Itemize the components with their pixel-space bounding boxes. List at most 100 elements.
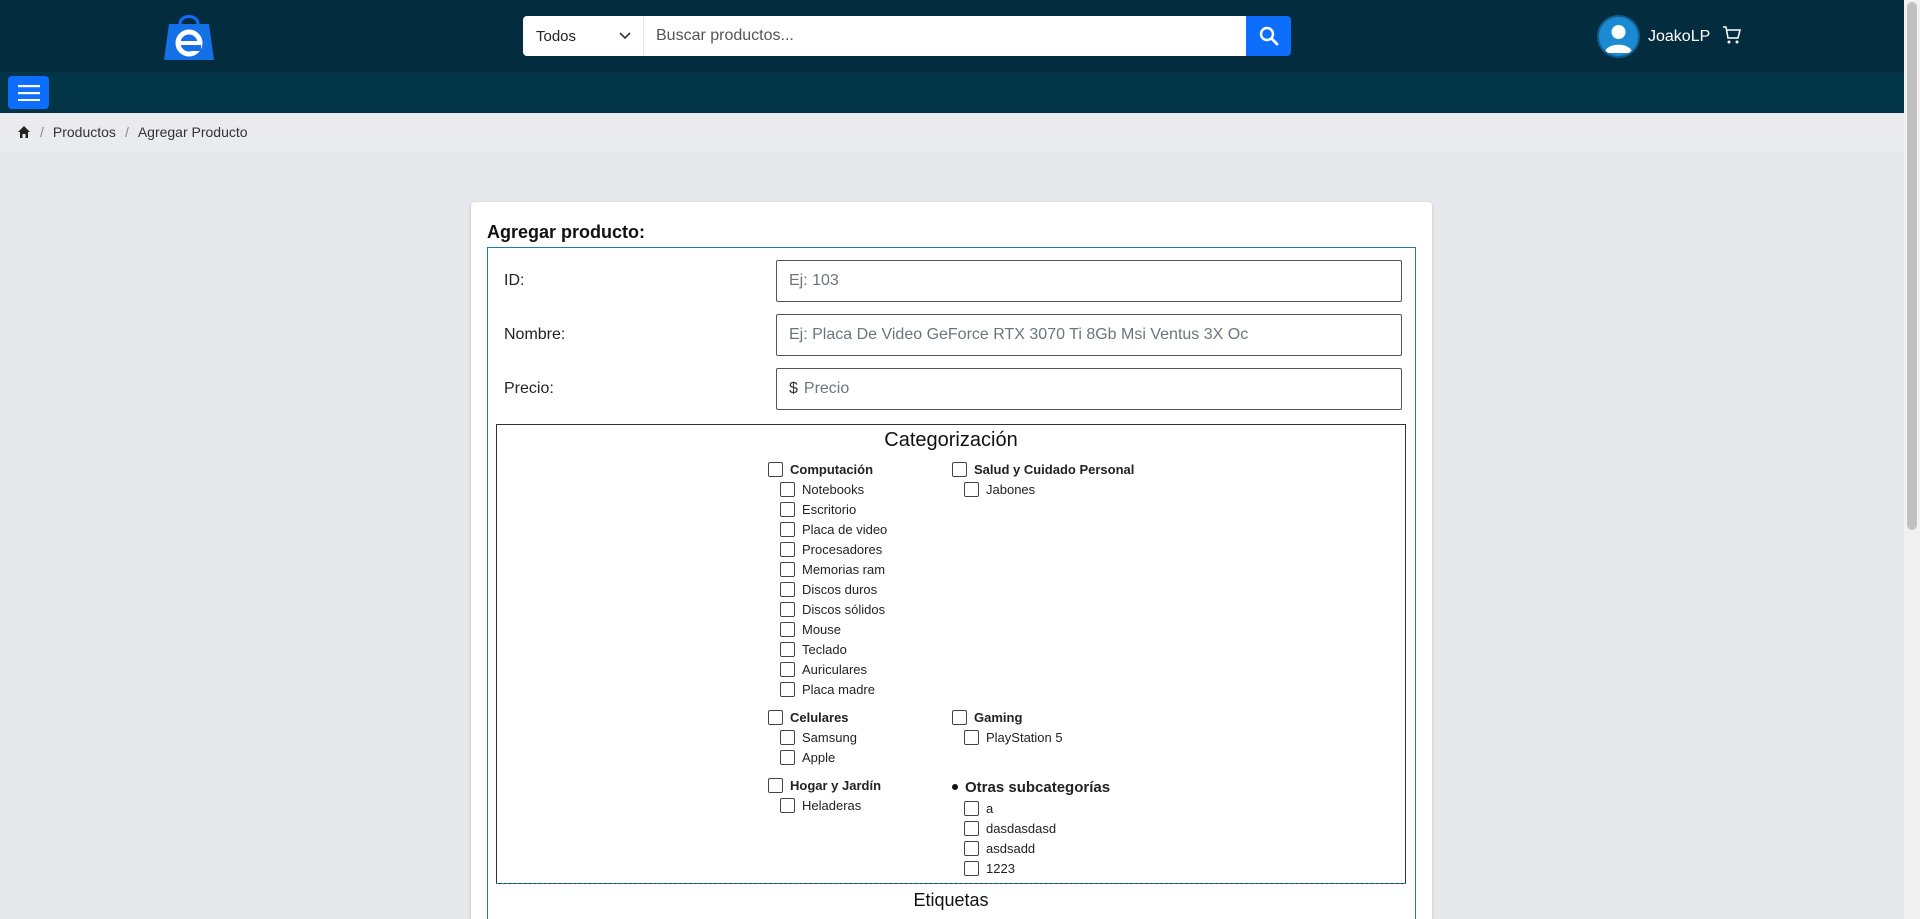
categorization-title: Categorización xyxy=(884,429,1018,451)
category-group-salud: Salud y Cuidado Personal Jabones xyxy=(952,459,1134,499)
breadcrumb: / Productos / Agregar Producto xyxy=(0,113,1904,151)
hamburger-icon xyxy=(17,84,40,101)
subcategory-label: Apple xyxy=(802,749,836,765)
breadcrumb-separator: / xyxy=(40,124,44,140)
checkbox[interactable] xyxy=(780,581,795,597)
product-form: ID: Nombre: Precio: $ Categorización Com… xyxy=(487,247,1416,919)
categorization-section: Categorización Computación Notebooks Esc… xyxy=(496,424,1406,884)
checkbox[interactable] xyxy=(768,777,783,793)
checkbox[interactable] xyxy=(768,461,783,477)
subcategory-label: Mouse xyxy=(802,621,842,637)
category-group-computacion: Computación Notebooks Escritorio Placa d… xyxy=(768,459,887,699)
username: JoakoLP xyxy=(1648,27,1711,45)
checkbox[interactable] xyxy=(780,481,795,497)
form-title: Agregar producto: xyxy=(487,222,646,242)
subcategory-label: PlayStation 5 xyxy=(986,729,1063,745)
search-input[interactable] xyxy=(644,16,1246,56)
cart-button[interactable] xyxy=(1722,25,1742,50)
price-label: Precio: xyxy=(504,380,554,397)
price-row: Precio: $ xyxy=(488,368,1415,410)
checkbox[interactable] xyxy=(964,820,979,836)
checkbox[interactable] xyxy=(964,729,979,745)
checkbox[interactable] xyxy=(780,661,795,677)
price-field-wrap: $ xyxy=(776,368,1402,410)
subcategory-label: Placa de video xyxy=(802,521,888,537)
home-icon[interactable] xyxy=(17,125,31,139)
category-group-hogar: Hogar y Jardín Heladeras xyxy=(768,775,881,815)
store-logo[interactable] xyxy=(163,10,215,62)
checkbox[interactable] xyxy=(780,601,795,617)
user-icon xyxy=(1605,25,1632,53)
scrollbar-thumb[interactable] xyxy=(1907,2,1917,530)
checkbox[interactable] xyxy=(952,461,967,477)
avatar xyxy=(1597,15,1640,58)
checkbox[interactable] xyxy=(780,621,795,637)
category-label: Gaming xyxy=(974,709,1023,725)
search-button[interactable] xyxy=(1246,16,1291,56)
category-label: Hogar y Jardín xyxy=(790,777,882,793)
category-group-otras: Otras subcategorías a dasdasdasd asdsadd… xyxy=(952,776,1110,878)
checkbox[interactable] xyxy=(780,561,795,577)
user-menu[interactable]: JoakoLP xyxy=(1597,15,1710,58)
checkbox[interactable] xyxy=(964,860,979,876)
price-input[interactable] xyxy=(803,380,1389,398)
subcategory-label: Teclado xyxy=(802,641,847,657)
name-input[interactable] xyxy=(789,326,1389,344)
category-label: Otras subcategorías xyxy=(965,778,1111,796)
cart-icon xyxy=(1723,26,1741,44)
breadcrumb-productos[interactable]: Productos xyxy=(53,124,116,140)
add-product-card: Agregar producto: ID: Nombre: Precio: $ … xyxy=(471,202,1432,919)
breadcrumb-separator: / xyxy=(124,124,129,140)
checkbox[interactable] xyxy=(768,709,783,725)
category-select-value: Todos xyxy=(536,27,577,45)
search-bar: Todos xyxy=(523,16,1291,56)
id-label: ID: xyxy=(504,272,525,289)
subcategory-label: dasdasdasd xyxy=(986,820,1057,836)
subcategory-label: a xyxy=(986,800,994,816)
subcategory-label: 1223 xyxy=(986,860,1015,876)
search-icon xyxy=(1259,26,1278,46)
checkbox[interactable] xyxy=(780,521,795,537)
menu-toggle-button[interactable] xyxy=(8,76,49,109)
page-scrollbar[interactable] xyxy=(1904,0,1920,919)
category-group-gaming: Gaming PlayStation 5 xyxy=(952,707,1063,747)
breadcrumb-current: Agregar Producto xyxy=(137,124,248,140)
name-field-wrap xyxy=(776,314,1402,356)
checkbox[interactable] xyxy=(952,709,967,725)
checkbox[interactable] xyxy=(780,797,795,813)
subcategory-label: Auriculares xyxy=(802,661,868,677)
subcategory-label: Heladeras xyxy=(802,797,862,813)
subcategory-label: Discos duros xyxy=(802,581,878,597)
subcategory-label: Discos sólidos xyxy=(802,601,886,617)
checkbox[interactable] xyxy=(964,481,979,497)
subcategory-label: Memorias ram xyxy=(802,561,886,577)
subcategory-label: Escritorio xyxy=(802,501,857,517)
name-row: Nombre: xyxy=(488,314,1415,356)
subcategory-label: Procesadores xyxy=(802,541,883,557)
checkbox[interactable] xyxy=(780,641,795,657)
category-label: Salud y Cuidado Personal xyxy=(974,461,1135,477)
category-group-celulares: Celulares Samsung Apple xyxy=(768,707,857,767)
checkbox[interactable] xyxy=(964,840,979,856)
id-field-wrap xyxy=(776,260,1402,302)
checkbox[interactable] xyxy=(964,800,979,816)
price-prefix: $ xyxy=(789,380,798,397)
id-row: ID: xyxy=(488,260,1415,302)
checkbox[interactable] xyxy=(780,729,795,745)
tags-divider xyxy=(496,883,1406,884)
checkbox[interactable] xyxy=(780,681,795,697)
category-label: Celulares xyxy=(790,709,849,725)
checkbox[interactable] xyxy=(780,749,795,765)
top-header: Todos JoakoLP xyxy=(0,0,1904,72)
category-select[interactable]: Todos xyxy=(523,16,644,56)
subcategory-label: Placa madre xyxy=(802,681,875,697)
id-input[interactable] xyxy=(789,272,1389,290)
subcategory-label: Notebooks xyxy=(802,481,865,497)
checkbox[interactable] xyxy=(780,541,795,557)
subcategory-label: Samsung xyxy=(802,729,857,745)
bullet-icon xyxy=(952,784,958,790)
secondary-nav xyxy=(0,72,1904,113)
chevron-down-icon xyxy=(619,32,631,40)
subcategory-label: Jabones xyxy=(986,481,1036,497)
checkbox[interactable] xyxy=(780,501,795,517)
